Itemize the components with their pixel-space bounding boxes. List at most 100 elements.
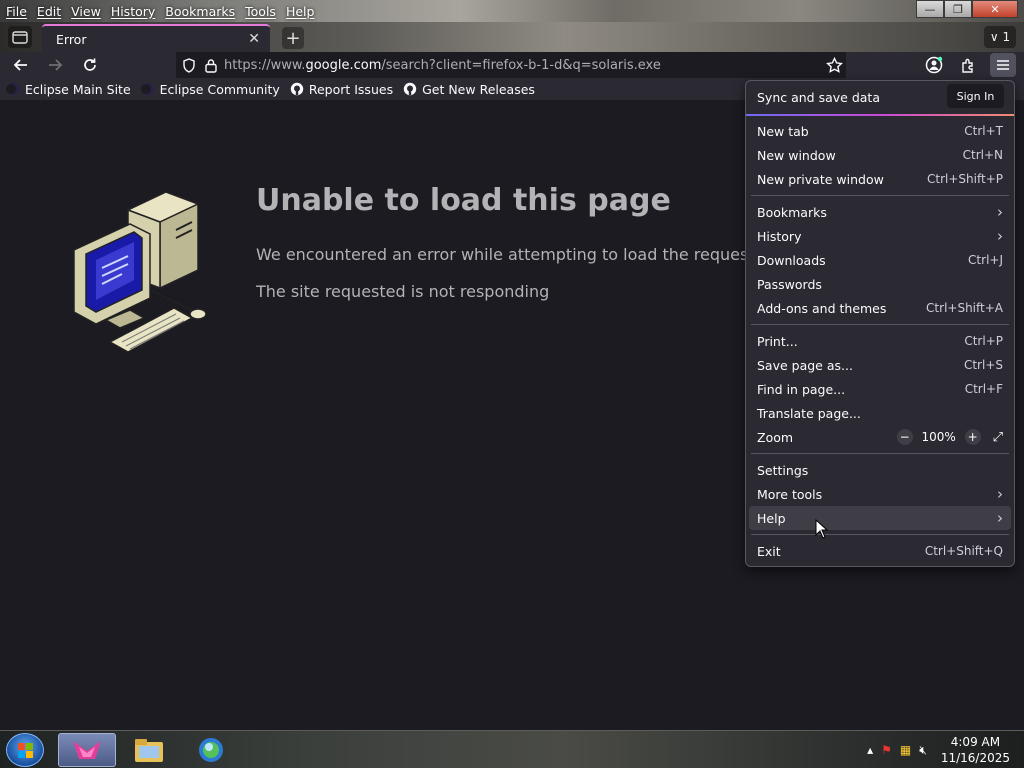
- zoom-reset-button[interactable]: 100%: [913, 430, 965, 444]
- start-button[interactable]: [6, 733, 44, 767]
- forward-arrow-icon: [49, 59, 63, 71]
- close-tab-icon[interactable]: ✕: [248, 31, 260, 47]
- menu-item-new-private-window[interactable]: New private window Ctrl+Shift+P: [749, 167, 1011, 191]
- menu-item-new-tab[interactable]: New tab Ctrl+T: [749, 119, 1011, 143]
- bookmark-star-button[interactable]: [823, 54, 845, 76]
- navigation-toolbar: https://www.google.com/search?client=fir…: [0, 52, 1024, 78]
- error-description: We encountered an error while attempting…: [256, 245, 812, 264]
- taskbar-browser-app[interactable]: [58, 733, 116, 767]
- back-arrow-icon: [13, 59, 27, 71]
- taskbar-explorer-app[interactable]: [120, 733, 178, 767]
- menu-item-find-in-page[interactable]: Find in page... Ctrl+F: [749, 377, 1011, 401]
- computer-illustration: [73, 191, 207, 353]
- chevron-right-icon: ›: [997, 227, 1003, 245]
- lock-icon: [205, 58, 217, 73]
- menu-file[interactable]: File: [6, 4, 27, 19]
- mouse-pointer-icon: [815, 519, 829, 539]
- star-icon: [825, 56, 843, 73]
- menu-history[interactable]: History: [111, 4, 155, 19]
- reload-button[interactable]: [79, 54, 101, 76]
- menu-view[interactable]: View: [71, 4, 101, 19]
- menu-item-print[interactable]: Print... Ctrl+P: [749, 329, 1011, 353]
- minimize-button[interactable]: —: [916, 0, 944, 18]
- tray-expand-icon[interactable]: ▴: [867, 743, 873, 757]
- menu-item-new-window[interactable]: New window Ctrl+N: [749, 143, 1011, 167]
- bookmark-item[interactable]: Eclipse Community: [140, 81, 280, 97]
- tab-title: Error: [56, 31, 87, 47]
- chevron-right-icon: ›: [997, 509, 1003, 527]
- shield-icon: [183, 57, 195, 73]
- account-icon: [925, 56, 943, 74]
- menu-item-more-tools[interactable]: More tools ›: [749, 482, 1011, 506]
- menu-item-help[interactable]: Help ›: [749, 506, 1011, 530]
- chevron-right-icon: ›: [997, 203, 1003, 221]
- menu-item-downloads[interactable]: Downloads Ctrl+J: [749, 248, 1011, 272]
- forward-button[interactable]: [44, 54, 66, 76]
- bookmark-item[interactable]: Eclipse Main Site: [6, 82, 131, 97]
- globe-app-icon: [199, 738, 223, 762]
- menu-item-zoom: Zoom − 100% + ⤢: [757, 429, 1003, 445]
- chevron-right-icon: ›: [997, 485, 1003, 503]
- clock[interactable]: 4:09 AM 11/16/2025: [941, 734, 1010, 766]
- browser-app-icon: [73, 741, 101, 759]
- close-window-button[interactable]: ✕: [972, 0, 1018, 18]
- menu-item-history[interactable]: History ›: [749, 224, 1011, 248]
- eclipse-icon: [6, 82, 20, 96]
- system-tray: ▴ ⚑ ▦ 🔇︎ 4:09 AM 11/16/2025: [867, 731, 1010, 768]
- menu-item-settings[interactable]: Settings: [749, 458, 1011, 482]
- bookmark-label: Eclipse Main Site: [25, 81, 131, 97]
- menu-item-translate-page[interactable]: Translate page...: [749, 401, 1011, 425]
- taskbar: ▴ ⚑ ▦ 🔇︎ 4:09 AM 11/16/2025: [0, 730, 1024, 768]
- new-tab-button[interactable]: +: [282, 27, 304, 49]
- taskbar-media-app[interactable]: [182, 733, 240, 767]
- zoom-in-button[interactable]: +: [964, 429, 981, 445]
- puzzle-icon: [961, 58, 973, 73]
- clock-date: 11/16/2025: [940, 751, 1010, 765]
- menu-edit[interactable]: Edit: [37, 4, 61, 19]
- sync-label: Sync and save data: [757, 90, 880, 105]
- menu-tools[interactable]: Tools: [245, 4, 276, 19]
- tab-list-icon: [12, 31, 28, 44]
- back-button[interactable]: [10, 54, 32, 76]
- network-warning-icon[interactable]: ▦: [900, 743, 911, 757]
- error-detail: The site requested is not responding: [256, 282, 550, 301]
- bookmark-label: Eclipse Community: [159, 81, 280, 97]
- maximize-button[interactable]: ❐: [944, 0, 972, 18]
- url-bar[interactable]: https://www.google.com/search?client=fir…: [176, 52, 846, 78]
- eclipse-icon: [140, 82, 155, 96]
- open-app-menu-button[interactable]: [990, 53, 1016, 77]
- bookmark-item[interactable]: Report Issues: [290, 82, 393, 97]
- bookmark-label: Get New Releases: [422, 81, 535, 97]
- fullscreen-icon[interactable]: ⤢: [993, 430, 1003, 445]
- tab-error[interactable]: Error ✕: [42, 24, 270, 52]
- sign-in-button[interactable]: Sign In: [947, 84, 1004, 108]
- menu-separator: [746, 114, 1014, 116]
- github-icon: [403, 82, 417, 96]
- github-icon: [290, 82, 304, 96]
- clock-time: 4:09 AM: [950, 735, 1001, 749]
- menu-item-bookmarks[interactable]: Bookmarks ›: [749, 200, 1011, 224]
- menu-bar: File Edit View History Bookmarks Tools H…: [0, 0, 324, 22]
- account-button[interactable]: [923, 54, 945, 76]
- extensions-button[interactable]: [957, 54, 979, 76]
- volume-muted-icon[interactable]: 🔇︎: [919, 743, 927, 758]
- menu-item-addons[interactable]: Add-ons and themes Ctrl+Shift+A: [749, 296, 1011, 320]
- menu-separator: [751, 453, 1009, 454]
- menu-separator: [751, 195, 1009, 196]
- menu-item-exit[interactable]: Exit Ctrl+Shift+Q: [749, 539, 1011, 563]
- menu-bookmarks[interactable]: Bookmarks: [165, 4, 235, 19]
- reload-icon: [84, 58, 96, 71]
- zoom-out-button[interactable]: −: [896, 429, 913, 445]
- windows-logo-icon: [18, 743, 33, 758]
- folder-icon: [135, 739, 163, 762]
- list-all-tabs-button[interactable]: ∨ 1: [984, 26, 1016, 48]
- tab-groups-button[interactable]: [8, 26, 32, 48]
- menu-separator: [751, 534, 1009, 535]
- bookmark-item[interactable]: Get New Releases: [403, 82, 535, 97]
- action-center-flag-icon[interactable]: ⚑: [881, 743, 892, 757]
- menu-item-save-page[interactable]: Save page as... Ctrl+S: [749, 353, 1011, 377]
- bookmark-label: Report Issues: [308, 81, 394, 97]
- menu-help[interactable]: Help: [286, 4, 315, 19]
- menu-separator: [751, 324, 1009, 325]
- menu-item-passwords[interactable]: Passwords: [749, 272, 1011, 296]
